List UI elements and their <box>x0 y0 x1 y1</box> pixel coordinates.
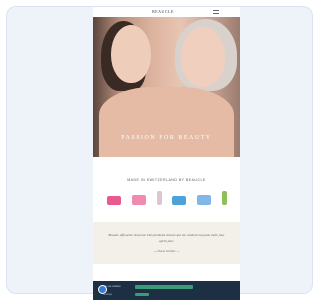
testimonial-author: — Maria Schiller — <box>153 249 180 253</box>
models-shoulders <box>99 87 234 157</box>
testimonial-quote: Beauté, efficacité, douceur. Des produit… <box>108 233 225 243</box>
model-right-face <box>181 27 225 87</box>
product-item[interactable] <box>156 191 162 205</box>
product-item[interactable] <box>107 196 121 205</box>
product-item[interactable] <box>197 195 212 205</box>
hero-banner: PASSION FOR BEAUTY <box>93 17 240 157</box>
product-item[interactable] <box>172 196 187 205</box>
mobile-page-preview: BEAUCLE PASSION FOR BEAUTY MADE IN SWITZ… <box>93 7 240 300</box>
product-item[interactable] <box>221 191 227 205</box>
product-row <box>107 191 227 205</box>
hamburger-menu-icon[interactable] <box>213 10 219 14</box>
cookie-secondary-button[interactable] <box>135 293 149 296</box>
cookie-banner: We use cookies Settings <box>93 281 240 300</box>
top-nav: BEAUCLE <box>93 7 240 17</box>
brand-logo[interactable]: BEAUCLE <box>152 9 174 14</box>
cookie-accept-button[interactable] <box>135 285 193 289</box>
model-left-face <box>111 25 151 83</box>
chat-icon[interactable] <box>98 285 107 294</box>
hero-title: PASSION FOR BEAUTY <box>121 135 212 141</box>
testimonial-section: Beauté, efficacité, douceur. Des produit… <box>93 222 240 264</box>
products-heading: MADE IN SWITZERLAND BY BEAUCLE <box>127 178 206 182</box>
product-item[interactable] <box>131 195 146 205</box>
